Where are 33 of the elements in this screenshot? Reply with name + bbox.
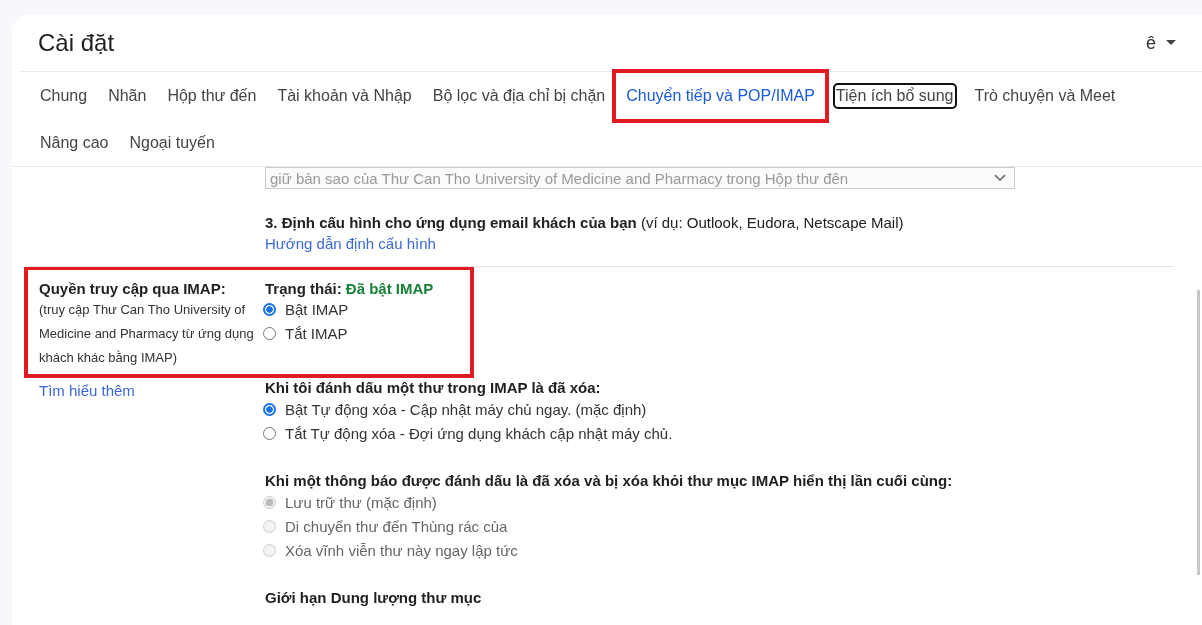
group-heading: Giới hạn Dung lượng thư mục: [265, 589, 483, 606]
section-description: (truy cập Thư Can Tho University of Medicine and Pharmacy từ ứng dụng khách khác bằng IMAP): [39, 301, 255, 367]
radio-button[interactable]: [263, 326, 276, 340]
radio-button[interactable]: [263, 302, 276, 316]
settings-tab[interactable]: Nâng cao: [39, 131, 110, 154]
group-heading: Khi một thông báo được đánh dấu là đã xóa và bị xóa khỏi thư mục IMAP hiển thị lần cuối cùng:: [265, 472, 954, 489]
step-text: 3. Định cấu hình cho ứng dụng email khách của bạn (ví dụ: Outlook, Eudora, Netscape Mail): [265, 214, 905, 231]
settings-tab[interactable]: Tài khoản và Nhập: [276, 84, 413, 107]
page-title: Cài đặt: [38, 29, 115, 57]
section-label: Quyền truy cập qua IMAP:: [39, 280, 227, 297]
radio-option[interactable]: Bật Tự động xóa - Cập nhật máy chủ ngay. (mặc định): [263, 397, 1202, 421]
settings-tab[interactable]: Nhãn: [107, 84, 148, 107]
settings-tab[interactable]: Trò chuyện và Meet: [973, 84, 1117, 107]
setup-guide-link[interactable]: Hướng dẫn định cấu hình: [265, 235, 436, 252]
caret-icon: [1166, 40, 1176, 46]
radio-option[interactable]: Tắt IMAP: [263, 321, 470, 345]
settings-tab[interactable]: Hộp thư đến: [166, 84, 258, 107]
radio-button[interactable]: [263, 402, 276, 416]
settings-tab[interactable]: Tiện ích bổ sung: [834, 84, 955, 107]
radio-button[interactable]: [263, 426, 276, 440]
learn-more-link[interactable]: Tìm hiểu thêm: [39, 382, 135, 399]
group-heading: Khi tôi đánh dấu một thư trong IMAP là đã xóa:: [265, 379, 602, 396]
radio-option[interactable]: Tắt Tự động xóa - Đợi ứng dụng khách cập nhật máy chủ.: [263, 421, 1202, 445]
radio-option[interactable]: Bật IMAP: [263, 297, 470, 321]
settings-tab[interactable]: Chung: [39, 84, 89, 107]
chevron-down-icon: [994, 174, 1006, 182]
settings-tab[interactable]: Ngoại tuyến: [128, 131, 216, 154]
input-tools-button[interactable]: ê: [1146, 32, 1176, 54]
scrollbar[interactable]: [1197, 290, 1200, 575]
status-value: Đã bật IMAP: [345, 280, 434, 297]
status-label: Trạng thái:: [265, 280, 342, 297]
settings-tab[interactable]: Chuyển tiếp và POP/IMAP: [625, 84, 816, 107]
settings-tab[interactable]: Bộ lọc và địa chỉ bị chặn: [431, 84, 607, 107]
